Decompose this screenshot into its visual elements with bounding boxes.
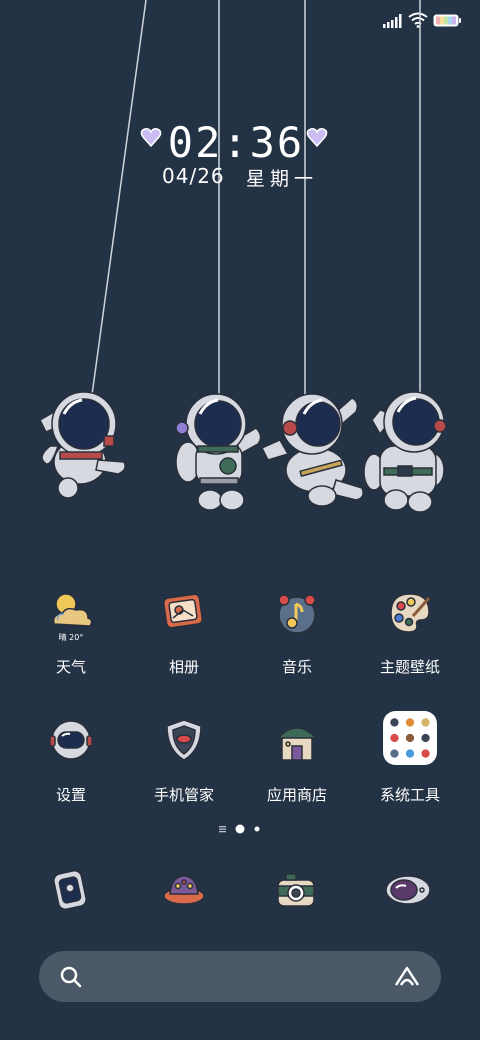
- app-label: 相册: [168, 658, 199, 676]
- app-store-icon: [276, 727, 318, 761]
- theme-icon: [390, 593, 431, 633]
- app-gallery[interactable]: 相册: [129, 586, 239, 696]
- app-phone-manager[interactable]: 手机管家: [129, 714, 239, 824]
- clock-weekday: 星期一: [246, 168, 319, 190]
- app-label: 手机管家: [153, 786, 214, 804]
- app-app-store[interactable]: 应用商店: [242, 714, 352, 824]
- app-label: 主题壁纸: [379, 658, 440, 676]
- settings-icon: [49, 720, 93, 760]
- music-icon: [278, 594, 316, 634]
- phone-icon[interactable]: [46, 866, 94, 914]
- search-bar[interactable]: [39, 951, 441, 1002]
- astronaut-figure: [260, 393, 364, 507]
- clock-date: 04/26: [162, 164, 225, 188]
- messages-icon[interactable]: [160, 866, 208, 914]
- heart-icon: [306, 128, 328, 148]
- app-label: 音乐: [281, 658, 312, 676]
- clock-time: 02:36: [167, 118, 305, 167]
- browser-icon[interactable]: [384, 866, 432, 914]
- astronaut-figure: [39, 391, 126, 499]
- camera-icon[interactable]: [272, 866, 320, 914]
- app-label: 系统工具: [379, 786, 440, 804]
- search-icon[interactable]: [59, 965, 83, 989]
- astronaut-figure: [175, 393, 262, 511]
- app-theme-wallpaper[interactable]: 主题壁纸: [355, 586, 465, 696]
- app-label: 天气: [55, 658, 86, 676]
- weather-temp: 晴 20°: [58, 633, 84, 642]
- app-label: 应用商店: [266, 786, 327, 804]
- app-weather[interactable]: 晴 20° 天气: [16, 586, 126, 696]
- app-settings[interactable]: 设置: [16, 714, 126, 824]
- gallery-icon: [162, 593, 204, 629]
- app-music[interactable]: 音乐: [242, 586, 352, 696]
- voice-assistant-icon[interactable]: [393, 965, 421, 989]
- app-label: 设置: [55, 786, 86, 804]
- system-tools-folder-icon: [383, 711, 437, 765]
- heart-icon: [140, 128, 162, 148]
- phone-manager-icon: [166, 719, 202, 761]
- dock: [0, 866, 480, 916]
- astronaut-figure: [363, 391, 447, 513]
- astronaut-wallpaper: [39, 0, 447, 513]
- app-system-tools-folder[interactable]: 系统工具: [355, 711, 465, 824]
- page-indicator[interactable]: [219, 823, 263, 835]
- clock-widget[interactable]: 02:36 04/26 星期一: [0, 112, 480, 202]
